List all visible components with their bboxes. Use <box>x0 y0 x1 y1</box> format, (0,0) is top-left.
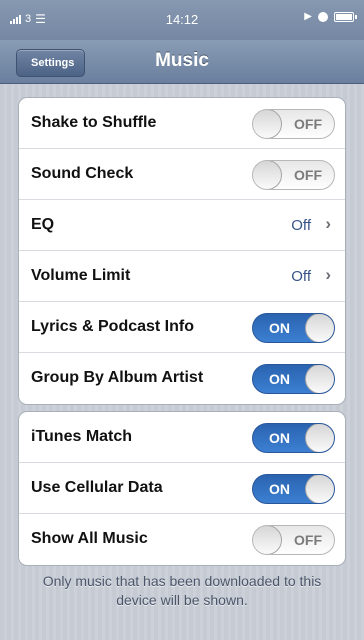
status-right: ▶ <box>304 11 357 22</box>
toggle-knob <box>305 475 334 503</box>
row-label: Show All Music <box>31 530 148 547</box>
toggle-knob <box>305 314 334 342</box>
toggle-knob <box>253 110 282 138</box>
sound-check-toggle[interactable]: OFF <box>252 160 335 190</box>
use-cellular-data-toggle[interactable]: ON <box>252 474 335 504</box>
toggle-state: ON <box>269 320 290 336</box>
row-label: EQ <box>31 216 55 233</box>
toggle-knob <box>253 161 282 189</box>
itunes-match-toggle[interactable]: ON <box>252 423 335 453</box>
row-sound-check: Sound Check OFF <box>19 149 345 200</box>
group-by-album-artist-toggle[interactable]: ON <box>252 364 335 394</box>
shake-to-shuffle-toggle[interactable]: OFF <box>252 109 335 139</box>
toggle-state: OFF <box>294 167 322 183</box>
status-bar: 3 ☰ 14:12 ▶ <box>0 0 364 40</box>
battery-icon <box>334 11 357 22</box>
row-label: Sound Check <box>31 165 134 182</box>
toggle-state: OFF <box>294 532 322 548</box>
toggle-state: ON <box>269 430 290 446</box>
eq-value: Off <box>291 217 311 234</box>
chevron-right-icon: › <box>325 214 331 233</box>
toggle-knob <box>253 526 282 554</box>
toggle-knob <box>305 365 334 393</box>
music-settings-screen: 3 ☰ 14:12 ▶ Settings Music Shake to Shuf… <box>0 0 364 640</box>
row-volume-limit[interactable]: Volume Limit Off › <box>19 251 345 302</box>
row-label: Volume Limit <box>31 267 131 284</box>
row-label: iTunes Match <box>31 428 133 445</box>
footer-note: Only music that has been downloaded to t… <box>42 573 322 608</box>
toggle-state: OFF <box>294 116 322 132</box>
toggle-state: ON <box>269 481 290 497</box>
show-all-music-toggle[interactable]: OFF <box>252 525 335 555</box>
alarm-icon <box>318 11 328 22</box>
row-use-cellular-data: Use Cellular Data ON <box>19 463 345 514</box>
chevron-right-icon: › <box>325 265 331 284</box>
page-title: Music <box>155 50 209 71</box>
settings-group-itunes-match: iTunes Match ON Use Cellular Data ON Sho… <box>18 411 346 566</box>
row-label: Lyrics & Podcast Info <box>31 318 194 335</box>
toggle-state: ON <box>269 371 290 387</box>
settings-group-playback: Shake to Shuffle OFF Sound Check OFF EQ … <box>18 97 346 405</box>
row-shake-to-shuffle: Shake to Shuffle OFF <box>19 98 345 149</box>
play-icon: ▶ <box>304 11 312 22</box>
navigation-bar: Settings Music <box>0 40 364 84</box>
row-show-all-music: Show All Music OFF <box>19 514 345 565</box>
row-group-by-album-artist: Group By Album Artist ON <box>19 353 345 404</box>
row-eq[interactable]: EQ Off › <box>19 200 345 251</box>
toggle-knob <box>305 424 334 452</box>
lyrics-podcast-info-toggle[interactable]: ON <box>252 313 335 343</box>
row-lyrics-podcast-info: Lyrics & Podcast Info ON <box>19 302 345 353</box>
row-label: Group By Album Artist <box>31 369 204 386</box>
row-itunes-match: iTunes Match ON <box>19 412 345 463</box>
volume-limit-value: Off <box>291 268 311 285</box>
row-label: Shake to Shuffle <box>31 114 157 131</box>
row-label: Use Cellular Data <box>31 479 163 496</box>
